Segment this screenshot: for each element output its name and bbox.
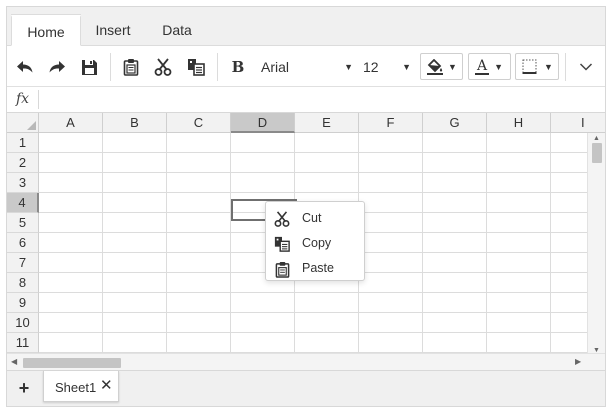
context-menu-label: Paste — [302, 261, 334, 275]
cut-button[interactable] — [150, 55, 176, 79]
paste-icon — [123, 59, 139, 76]
scroll-left-icon[interactable]: ◀ — [11, 357, 17, 366]
save-button[interactable] — [76, 55, 102, 79]
undo-icon — [17, 61, 33, 73]
row-header[interactable]: 9 — [7, 293, 39, 313]
vertical-scroll-thumb[interactable] — [592, 143, 602, 163]
row-header[interactable]: 7 — [7, 253, 39, 273]
sheet-tab-label: Sheet1 — [55, 380, 97, 395]
context-menu-paste[interactable]: Paste — [266, 256, 364, 281]
horizontal-scroll-thumb[interactable] — [23, 358, 121, 368]
tab-home[interactable]: Home — [11, 14, 81, 46]
vertical-scrollbar[interactable]: ▲ ▼ — [587, 133, 605, 359]
column-header[interactable]: A — [39, 113, 103, 133]
sheet-tabs-bar: + Sheet1 ✕ — [7, 370, 605, 406]
collapse-chevron-icon — [579, 63, 593, 71]
context-menu-label: Copy — [302, 236, 332, 250]
copy-icon — [188, 59, 205, 76]
sheet-tab-sheet1[interactable]: Sheet1 ✕ — [43, 371, 119, 402]
copy-icon — [274, 236, 290, 252]
font-family-value: Arial — [261, 59, 290, 75]
row-header-selected[interactable]: 4 — [7, 193, 39, 213]
column-header-selected[interactable]: D — [231, 113, 295, 133]
cut-icon — [274, 211, 290, 227]
column-header[interactable]: C — [167, 113, 231, 133]
fill-color-button[interactable]: ▼ — [420, 53, 463, 80]
tab-insert[interactable]: Insert — [83, 15, 143, 46]
chevron-down-icon: ▼ — [448, 61, 457, 72]
border-icon — [522, 59, 537, 74]
column-header[interactable]: B — [103, 113, 167, 133]
row-header[interactable]: 2 — [7, 153, 39, 173]
row-header[interactable]: 3 — [7, 173, 39, 193]
column-header[interactable]: E — [295, 113, 359, 133]
chevron-down-icon: ▼ — [402, 62, 411, 72]
formula-bar: fx — [7, 87, 605, 113]
cut-icon — [154, 58, 172, 76]
context-menu-label: Cut — [302, 211, 322, 225]
row-header[interactable]: 8 — [7, 273, 39, 293]
save-icon — [81, 59, 97, 75]
column-header[interactable]: I — [551, 113, 605, 133]
close-icon[interactable]: ✕ — [100, 376, 113, 394]
toolbar-separator — [110, 53, 111, 81]
border-button[interactable]: ▼ — [515, 53, 559, 80]
undo-button[interactable] — [12, 55, 38, 79]
spreadsheet-app: Home Insert Data B Arial ▼ 12 ▼ ▼ A ▼ ▼ … — [6, 6, 606, 407]
bold-icon: B — [231, 58, 245, 76]
ribbon-toolbar: B Arial ▼ 12 ▼ ▼ A ▼ ▼ — [7, 46, 605, 87]
formula-input[interactable] — [43, 90, 598, 109]
column-header[interactable]: F — [359, 113, 423, 133]
scroll-right-icon[interactable]: ▶ — [575, 357, 581, 366]
paste-icon — [274, 261, 290, 278]
fill-color-icon — [427, 58, 443, 75]
fx-label: fx — [16, 91, 30, 107]
context-menu: Cut Copy Paste — [265, 201, 365, 281]
row-header[interactable]: 1 — [7, 133, 39, 153]
column-header[interactable]: G — [423, 113, 487, 133]
toolbar-separator — [565, 53, 566, 81]
column-header[interactable]: H — [487, 113, 551, 133]
paste-button[interactable] — [118, 55, 144, 79]
chevron-down-icon: ▼ — [544, 61, 553, 72]
redo-button[interactable] — [44, 55, 70, 79]
scroll-up-icon[interactable]: ▲ — [593, 135, 600, 142]
redo-icon — [49, 61, 65, 73]
collapse-ribbon-button[interactable] — [573, 55, 599, 79]
row-header[interactable]: 5 — [7, 213, 39, 233]
row-header[interactable]: 6 — [7, 233, 39, 253]
toolbar-separator — [217, 53, 218, 81]
row-header[interactable]: 11 — [7, 333, 39, 353]
formula-separator — [38, 90, 39, 109]
row-header[interactable]: 10 — [7, 313, 39, 333]
tab-data[interactable]: Data — [147, 15, 207, 46]
chevron-down-icon: ▼ — [494, 61, 504, 72]
chevron-down-icon: ▼ — [344, 62, 353, 72]
context-menu-cut[interactable]: Cut — [266, 206, 364, 231]
font-color-button[interactable]: A ▼ — [468, 53, 511, 80]
horizontal-scrollbar[interactable]: ◀ ▶ — [7, 353, 587, 370]
select-all-corner[interactable] — [7, 113, 39, 133]
font-size-value: 12 — [363, 59, 379, 75]
scrollbar-corner — [587, 353, 605, 370]
font-family-dropdown[interactable]: Arial ▼ — [261, 55, 353, 79]
ribbon-tabbar: Home Insert Data — [7, 7, 605, 46]
add-sheet-button[interactable]: + — [15, 379, 33, 397]
bold-button[interactable]: B — [225, 55, 251, 79]
context-menu-copy[interactable]: Copy — [266, 231, 364, 256]
font-size-dropdown[interactable]: 12 ▼ — [363, 55, 411, 79]
font-color-icon: A — [475, 57, 490, 75]
copy-button[interactable] — [183, 55, 209, 79]
